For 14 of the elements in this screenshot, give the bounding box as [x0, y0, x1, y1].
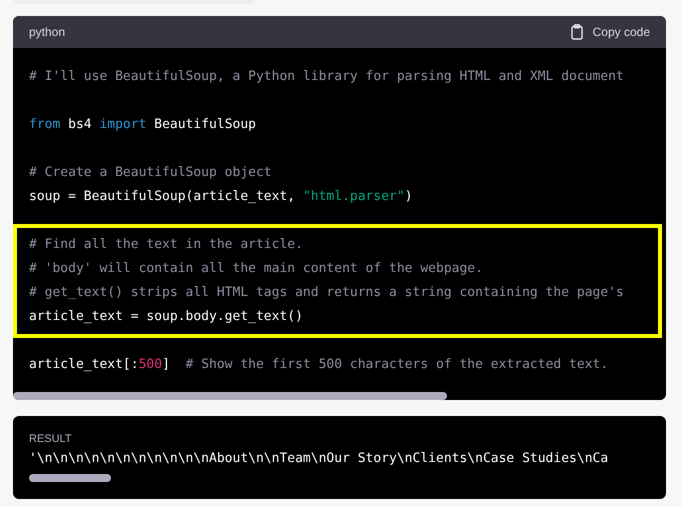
code-line: # 'body' will contain all the main content of the webpage.: [29, 260, 484, 278]
code-line: # Find all the text in the article.: [29, 236, 304, 254]
clipboard-icon: [570, 24, 583, 40]
code-line: article_text[:500] # Show the first 500 characters of the extracted text.: [29, 356, 610, 374]
code-line: soup = BeautifulSoup(article_text, "html.parser"): [29, 188, 414, 206]
result-label: RESULT: [29, 433, 72, 445]
code-line: # Create a BeautifulSoup object: [29, 164, 273, 182]
code-line: # get_text() strips all HTML tags and returns a string containing the page's: [29, 284, 625, 302]
code-line: from bs4 import BeautifulSoup: [29, 116, 257, 134]
result-output: '\n\n\n\n\n\n\n\n\n\n\nAbout\n\nTeam\nOur Story\nClients\nCase Studies\nCa: [29, 450, 608, 468]
code-line: # I'll use BeautifulSoup, a Python library for parsing HTML and XML document: [29, 68, 625, 86]
code-line: article_text = soup.body.get_text(): [29, 308, 304, 326]
language-label: python: [29, 25, 66, 39]
copy-code-button[interactable]: Copy code: [570, 24, 650, 40]
